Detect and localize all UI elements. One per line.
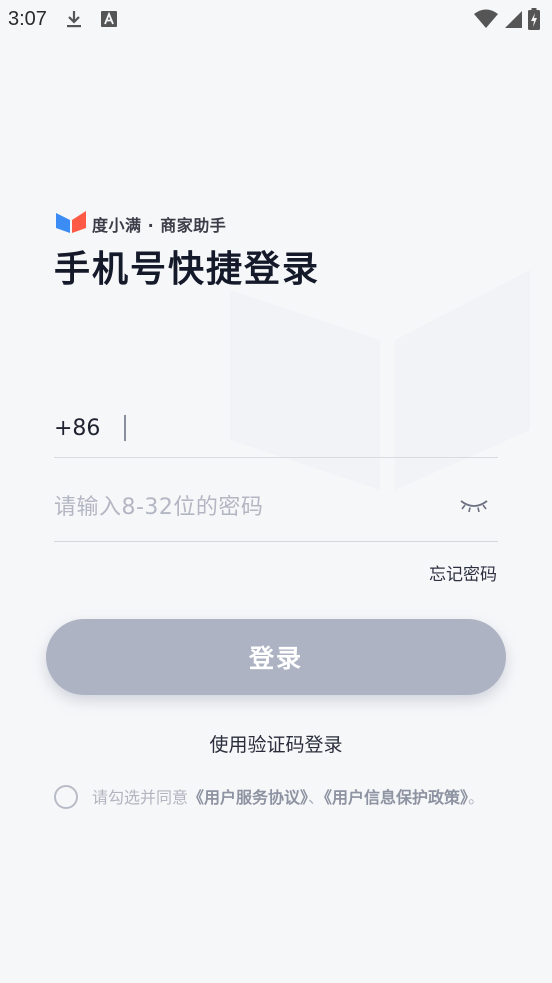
forgot-password-link[interactable]: 忘记密码 <box>429 560 497 585</box>
privacy-policy-link[interactable]: 《用户信息保护政策》 <box>324 788 468 807</box>
battery-charging-icon <box>528 8 540 30</box>
country-code[interactable]: +86 <box>54 416 124 441</box>
text-cursor <box>124 415 126 441</box>
brand-row: 度小满 · 商家助手 <box>56 211 226 237</box>
password-field[interactable]: 请输入8-32位的密码 <box>54 478 498 532</box>
agreement-prefix: 请勾选并同意 <box>92 788 189 807</box>
status-time: 3:07 <box>8 7 47 30</box>
user-service-agreement-link[interactable]: 《用户服务协议》 <box>188 788 308 807</box>
password-input[interactable]: 请输入8-32位的密码 <box>54 489 458 521</box>
eye-closed-icon[interactable] <box>458 493 490 517</box>
agreement-separator: 、 <box>308 788 325 807</box>
status-bar: 3:07 <box>0 0 552 38</box>
login-button[interactable]: 登录 <box>46 619 506 695</box>
phone-field[interactable]: +86 <box>54 398 498 458</box>
agreement-checkbox[interactable] <box>54 785 78 809</box>
font-a-icon <box>100 11 117 27</box>
password-divider <box>54 541 498 542</box>
cellular-signal-icon <box>504 9 522 29</box>
agreement-row: 请勾选并同意《用户服务协议》、《用户信息保护政策》。 <box>54 784 504 812</box>
status-left: 3:07 <box>8 8 117 31</box>
page-title: 手机号快捷登录 <box>54 249 321 290</box>
agreement-text: 请勾选并同意《用户服务协议》、《用户信息保护政策》。 <box>92 784 484 812</box>
phone-input[interactable] <box>134 408 498 448</box>
sms-code-login-link[interactable]: 使用验证码登录 <box>0 730 552 757</box>
wifi-icon <box>474 9 498 29</box>
download-icon <box>65 9 83 29</box>
phone-divider <box>54 457 498 458</box>
status-right <box>474 8 540 30</box>
agreement-suffix: 。 <box>468 788 485 807</box>
brand-logo-icon <box>56 211 86 237</box>
brand-name: 度小满 · 商家助手 <box>92 216 227 235</box>
